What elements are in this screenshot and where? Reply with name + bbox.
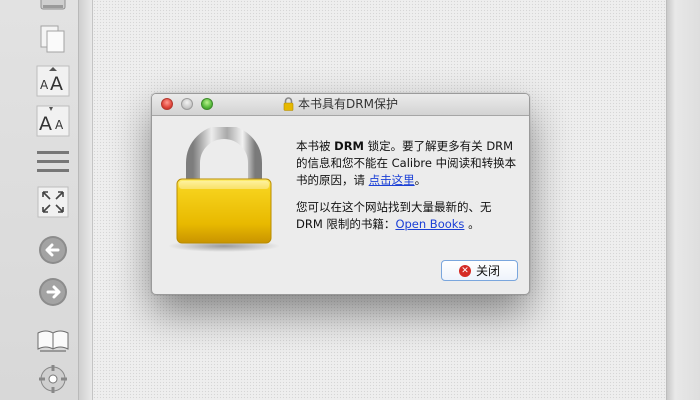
forward-arrow-icon[interactable] [35,275,71,309]
table-of-contents-icon[interactable] [35,145,71,179]
book-icon[interactable] [35,0,71,18]
lock-icon [283,97,294,116]
svg-text:A: A [50,73,63,95]
dialog-message: 本书被 DRM 锁定。要了解更多有关 DRM 的信息和您不能在 Calibre … [296,138,518,243]
close-button[interactable]: ✕ 关闭 [441,260,518,281]
dialog-titlebar: 本书具有DRM保护 [152,94,529,116]
toolbar-scrollbar[interactable] [79,0,93,400]
message1-bold-drm: DRM [334,139,365,153]
open-book-icon[interactable] [35,322,71,356]
svg-text:A: A [40,78,49,92]
right-scrollbar[interactable] [666,0,700,400]
close-button-label: 关闭 [475,264,500,278]
viewer-toolbar: AA AA [0,0,79,400]
svg-text:A: A [55,118,64,132]
dialog-title-area: 本书具有DRM保护 [152,96,529,116]
copy-icon[interactable] [35,22,71,56]
open-books-link[interactable]: Open Books [395,217,464,231]
close-icon: ✕ [458,264,471,277]
message1-text-a: 本书被 [296,139,335,153]
message2-text-b: 。 [464,217,480,231]
svg-text:A: A [39,113,52,135]
message1-text-c: 。 [414,173,427,187]
click-here-link[interactable]: 点击这里 [369,173,415,187]
drm-explanation: 本书被 DRM 锁定。要了解更多有关 DRM 的信息和您不能在 Calibre … [296,138,518,189]
preferences-icon[interactable] [35,363,71,397]
fullscreen-icon[interactable] [35,185,71,219]
padlock-icon [163,125,285,257]
dialog-title: 本书具有DRM保护 [298,97,398,111]
drm-free-books-info: 您可以在这个网站找到大量最新的、无 DRM 限制的书籍：Open Books 。 [296,199,518,233]
font-smaller-icon[interactable]: AA [35,104,71,138]
drm-dialog: 本书具有DRM保护 本书被 DRM 锁定。要了解更多有关 DRM 的信息和您不能… [151,93,530,295]
font-larger-icon[interactable]: AA [35,64,71,98]
back-arrow-icon[interactable] [35,233,71,267]
